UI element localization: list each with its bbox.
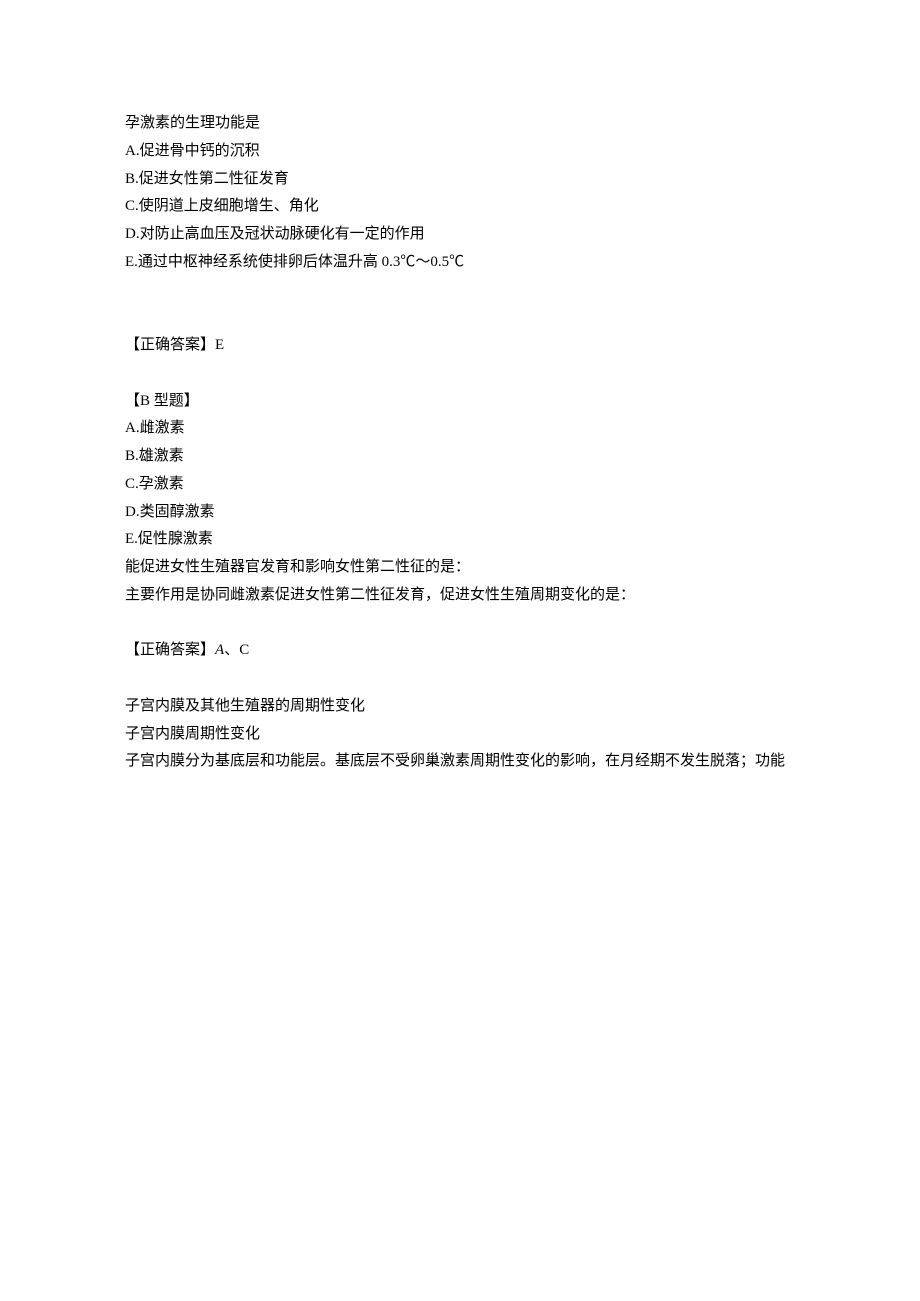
- q1-option-c: C.使阴道上皮细胞增生、角化: [95, 193, 825, 221]
- q2-sub2: 主要作用是协同雌激素促进女性第二性征发育，促进女性生殖周期变化的是：: [95, 582, 825, 610]
- q2-option-d: D.类固醇激素: [95, 499, 825, 527]
- blank-line: [95, 610, 825, 638]
- blank-line: [95, 277, 825, 305]
- q2-answer-a: A: [215, 642, 224, 658]
- q2-answer-sep: 、C: [224, 642, 249, 658]
- q1-answer: 【正确答案】E: [95, 332, 825, 360]
- q2-option-e: E.促性腺激素: [95, 526, 825, 554]
- q2-option-a: A.雌激素: [95, 415, 825, 443]
- blank-line: [95, 360, 825, 388]
- q2-sub1: 能促进女性生殖器官发育和影响女性第二性征的是：: [95, 554, 825, 582]
- section-line1: 子宫内膜及其他生殖器的周期性变化: [95, 693, 825, 721]
- section-line2: 子宫内膜周期性变化: [95, 721, 825, 749]
- q1-option-b: B.促进女性第二性征发育: [95, 166, 825, 194]
- q2-answer-prefix: 【正确答案】: [125, 642, 215, 658]
- q2-option-b: B.雄激素: [95, 443, 825, 471]
- document-content: 孕激素的生理功能是 A.促进骨中钙的沉积 B.促进女性第二性征发育 C.使阴道上…: [95, 110, 825, 776]
- q1-option-e: E.通过中枢神经系统使排卵后体温升高 0.3℃～0.5℃: [95, 249, 825, 277]
- q2-header: 【B 型题】: [95, 388, 825, 416]
- blank-line: [95, 304, 825, 332]
- q1-option-a: A.促进骨中钙的沉积: [95, 138, 825, 166]
- q2-answer: 【正确答案】A、C: [95, 637, 825, 665]
- q1-stem: 孕激素的生理功能是: [95, 110, 825, 138]
- blank-line: [95, 665, 825, 693]
- q1-option-d: D.对防止高血压及冠状动脉硬化有一定的作用: [95, 221, 825, 249]
- q2-option-c: C.孕激素: [95, 471, 825, 499]
- section-line3: 子宫内膜分为基底层和功能层。基底层不受卵巢激素周期性变化的影响，在月经期不发生脱…: [95, 748, 825, 776]
